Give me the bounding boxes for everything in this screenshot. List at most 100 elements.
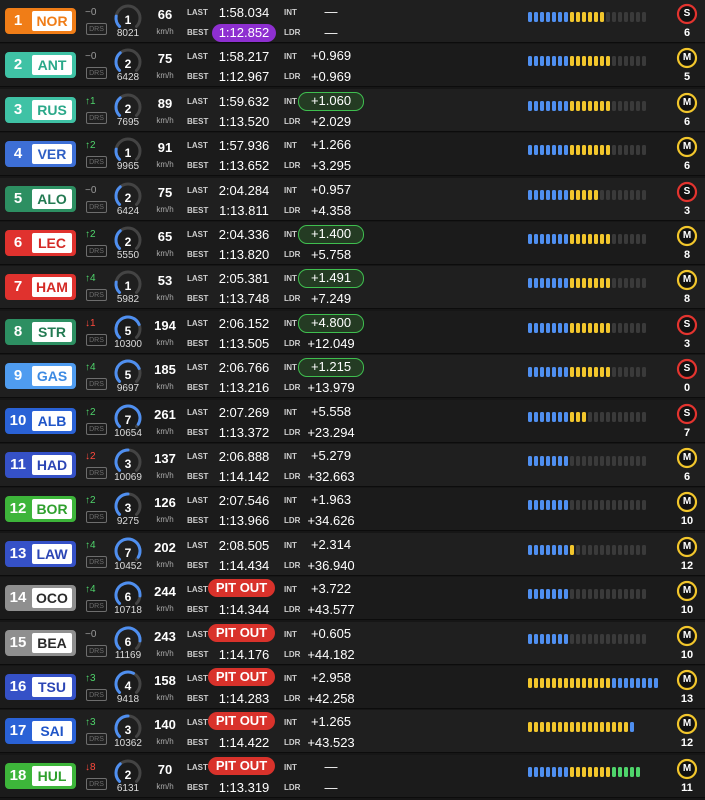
leader-gap: +43.523 bbox=[307, 735, 355, 750]
sector-segment-yellow bbox=[600, 12, 604, 22]
driver-row[interactable]: 15 BEA −0 DRS 6 11169 243 km/h LAST BEST INT LDR PIT… bbox=[0, 622, 705, 665]
best-lap-label: BEST bbox=[187, 472, 209, 481]
position-change-value: 8 bbox=[90, 762, 96, 773]
driver-row[interactable]: 16 TSU ↑3 DRS 4 9418 158 km/h LAST BEST INT LDR PIT … bbox=[0, 666, 705, 709]
sector-segment-blue bbox=[540, 323, 544, 333]
interval-label: INT bbox=[284, 541, 297, 550]
position-change: ↑2 bbox=[85, 140, 111, 152]
sector-segment-empty bbox=[630, 323, 634, 333]
sector-segment-blue bbox=[534, 56, 538, 66]
speed-unit: km/h bbox=[156, 116, 174, 125]
driver-row[interactable]: 4 VER ↑2 DRS 1 9965 91 km/h LAST BEST INT LDR 1:57.9… bbox=[0, 133, 705, 176]
driver-code[interactable]: GAS bbox=[32, 366, 72, 386]
best-lap-label: BEST bbox=[187, 250, 209, 259]
driver-code[interactable]: LAW bbox=[32, 544, 72, 564]
sector-segment-yellow bbox=[594, 101, 598, 111]
interval-gap: +5.558 bbox=[310, 404, 352, 419]
driver-code[interactable]: SAI bbox=[32, 721, 72, 741]
sector-segment-blue bbox=[534, 367, 538, 377]
sector-segment-blue bbox=[528, 545, 532, 555]
driver-row[interactable]: 13 LAW ↑4 DRS 7 10452 202 km/h LAST BEST INT LDR 2:0… bbox=[0, 533, 705, 576]
sector-segment-yellow bbox=[606, 767, 610, 777]
interval-gap: +0.957 bbox=[310, 182, 352, 197]
driver-row[interactable]: 7 HAM ↑4 DRS 1 5982 53 km/h LAST BEST INT LDR 2:05.3… bbox=[0, 266, 705, 309]
sector-segment-blue bbox=[648, 678, 652, 688]
sector-segment-empty bbox=[636, 190, 640, 200]
driver-row[interactable]: 8 STR ↓1 DRS 5 10300 194 km/h LAST BEST INT LDR 2:06… bbox=[0, 311, 705, 354]
gear-number: 7 bbox=[124, 546, 132, 560]
last-lap-label: LAST bbox=[187, 274, 208, 283]
driver-row[interactable]: 11 HAD ↓2 DRS 3 10069 137 km/h LAST BEST INT LDR 2:0… bbox=[0, 444, 705, 487]
driver-code[interactable]: ALO bbox=[32, 189, 72, 209]
driver-row[interactable]: 2 ANT −0 DRS 2 6428 75 km/h LAST BEST INT LDR 1:58.2… bbox=[0, 44, 705, 87]
tyre-compound-letter: M bbox=[682, 274, 692, 285]
sector-segment-yellow bbox=[588, 145, 592, 155]
position-change: ↓2 bbox=[85, 451, 111, 463]
sector-segment-empty bbox=[612, 367, 616, 377]
driver-row[interactable]: 18 HUL ↓8 DRS 2 6131 70 km/h LAST BEST INT LDR PIT O… bbox=[0, 755, 705, 798]
leader-gap: +34.626 bbox=[307, 513, 355, 528]
best-lap-time: 1:13.748 bbox=[218, 291, 270, 306]
speed-unit: km/h bbox=[156, 71, 174, 80]
driver-row[interactable]: 9 GAS ↑4 DRS 5 9697 185 km/h LAST BEST INT LDR 2:06.… bbox=[0, 355, 705, 398]
sector-segment-yellow bbox=[576, 12, 580, 22]
driver-code[interactable]: HAD bbox=[32, 455, 72, 475]
sector-segment-yellow bbox=[528, 678, 532, 688]
driver-row[interactable]: 6 LEC ↑2 DRS 2 5550 65 km/h LAST BEST INT LDR 2:04.3… bbox=[0, 222, 705, 265]
sector-segment-blue bbox=[630, 722, 634, 732]
tyre-compound-letter: M bbox=[682, 452, 692, 463]
gear-number: 6 bbox=[124, 635, 132, 649]
driver-code[interactable]: ALB bbox=[32, 411, 72, 431]
driver-code[interactable]: NOR bbox=[32, 11, 72, 31]
driver-row[interactable]: 3 RUS ↑1 DRS 2 7695 89 km/h LAST BEST INT LDR 1:59.6… bbox=[0, 89, 705, 132]
sector-segment-blue bbox=[564, 767, 568, 777]
driver-row[interactable]: 5 ALO −0 DRS 2 6424 75 km/h LAST BEST INT LDR 2:04.2… bbox=[0, 178, 705, 221]
speed-unit: km/h bbox=[156, 338, 174, 347]
driver-code[interactable]: BEA bbox=[32, 633, 72, 653]
position-change-value: 0 bbox=[90, 629, 97, 640]
sector-segment-empty bbox=[630, 12, 634, 22]
driver-row[interactable]: 17 SAI ↑3 DRS 3 10362 140 km/h LAST BEST INT LDR PIT… bbox=[0, 710, 705, 753]
last-lap-label: LAST bbox=[187, 97, 208, 106]
driver-row[interactable]: 14 OCO ↑4 DRS 6 10718 244 km/h LAST BEST INT LDR PIT… bbox=[0, 577, 705, 620]
tyre-age: 12 bbox=[680, 560, 694, 572]
driver-code[interactable]: TSU bbox=[32, 677, 72, 697]
sector-segment-yellow bbox=[588, 12, 592, 22]
sector-segment-empty bbox=[630, 412, 634, 422]
driver-row[interactable]: 12 BOR ↑2 DRS 3 9275 126 km/h LAST BEST INT LDR 2:07… bbox=[0, 488, 705, 531]
sector-segment-blue bbox=[564, 145, 568, 155]
sector-segment-blue bbox=[558, 12, 562, 22]
sector-segment-empty bbox=[636, 12, 640, 22]
driver-code[interactable]: HUL bbox=[32, 766, 72, 786]
gear-number: 2 bbox=[124, 57, 132, 71]
driver-code[interactable]: ANT bbox=[32, 55, 72, 75]
sector-segment-blue bbox=[540, 234, 544, 244]
speed-value: 70 bbox=[157, 762, 173, 777]
sector-segment-yellow bbox=[600, 56, 604, 66]
sector-segment-yellow bbox=[576, 56, 580, 66]
driver-code[interactable]: HAM bbox=[32, 277, 72, 297]
driver-code[interactable]: STR bbox=[32, 322, 72, 342]
tyre-age: 12 bbox=[680, 737, 694, 749]
driver-row[interactable]: 1 NOR −0 DRS 1 8021 66 km/h LAST BEST INT LDR 1:58.0… bbox=[0, 0, 705, 43]
sector-segment-yellow bbox=[600, 722, 604, 732]
driver-code[interactable]: LEC bbox=[32, 233, 72, 253]
driver-code[interactable]: RUS bbox=[32, 100, 72, 120]
position-change-value: 2 bbox=[90, 407, 96, 418]
driver-code[interactable]: BOR bbox=[32, 499, 72, 519]
sector-segment-blue bbox=[552, 767, 556, 777]
speed-unit: km/h bbox=[156, 782, 174, 791]
interval-label: INT bbox=[284, 630, 297, 639]
sector-segment-blue bbox=[528, 145, 532, 155]
sector-segment-empty bbox=[618, 589, 622, 599]
driver-row[interactable]: 10 ALB ↑2 DRS 7 10654 261 km/h LAST BEST INT LDR 2:0… bbox=[0, 400, 705, 443]
sector-segment-blue bbox=[528, 767, 532, 777]
sector-segment-empty bbox=[624, 412, 628, 422]
sector-segment-blue bbox=[528, 589, 532, 599]
driver-code[interactable]: OCO bbox=[32, 588, 72, 608]
driver-code[interactable]: VER bbox=[32, 144, 72, 164]
sector-segment-blue bbox=[552, 589, 556, 599]
rpm-value: 6428 bbox=[116, 72, 140, 83]
sector-segment-empty bbox=[582, 589, 586, 599]
interval-gap: +4.800 bbox=[298, 314, 364, 333]
